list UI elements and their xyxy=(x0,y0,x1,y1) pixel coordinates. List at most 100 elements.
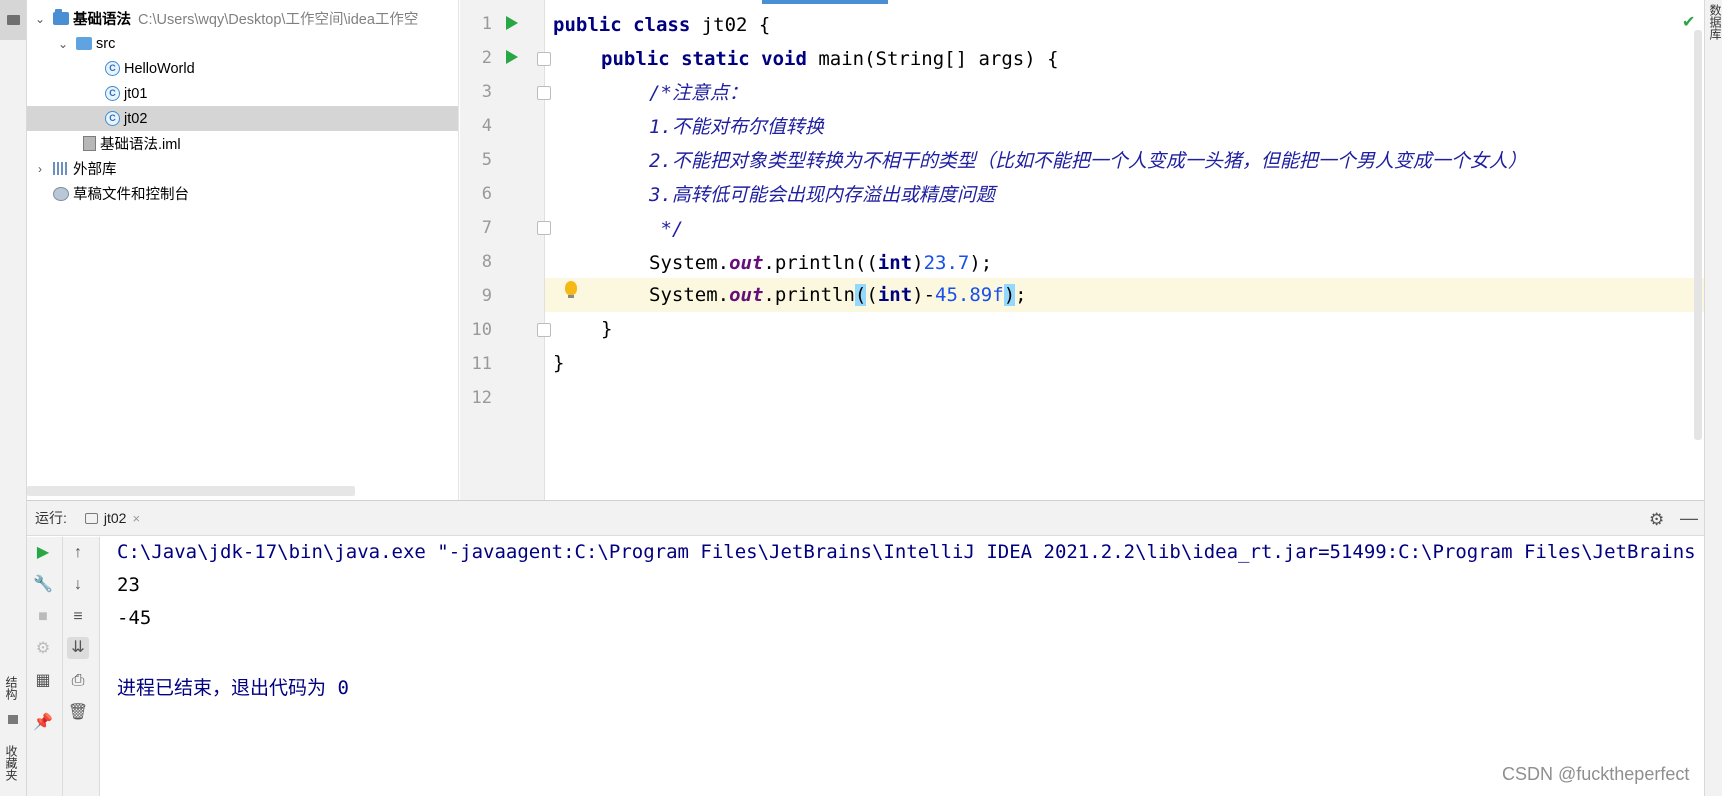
scroll-to-end-icon[interactable]: ⇊ xyxy=(67,637,89,659)
code-editor[interactable]: 1 2 3 4 5 6 7 8 9 10 11 12 public class … xyxy=(460,0,1704,500)
iml-file-icon xyxy=(83,136,96,151)
favorites-tab[interactable]: 收藏夹 xyxy=(3,745,20,781)
tree-item-jt01[interactable]: C jt01 xyxy=(27,81,458,106)
java-class-icon: C xyxy=(105,61,120,76)
run-tab-jt02[interactable]: jt02 × xyxy=(84,510,140,526)
tree-item-module[interactable]: ⌄ 基础语法 C:\Users\wqy\Desktop\工作空间\idea工作空 xyxy=(27,6,458,31)
horizontal-scrollbar[interactable] xyxy=(27,486,355,496)
code-line-3: /*注意点： xyxy=(649,82,748,104)
code-line-9: System.out.println((int)-45.89f); xyxy=(649,284,1027,306)
console-tab-icon xyxy=(84,512,98,524)
run-label: 运行: xyxy=(35,510,67,526)
code-line-4: 1.不能对布尔值转换 xyxy=(649,116,824,138)
external-libs-label: 外部库 xyxy=(73,162,117,178)
run-class-icon[interactable] xyxy=(506,16,518,30)
soft-wrap-icon[interactable]: ≡ xyxy=(67,606,89,628)
java-class-icon: C xyxy=(105,86,120,101)
arrow-up-icon[interactable]: ↑ xyxy=(67,542,89,564)
arrow-down-icon[interactable]: ↓ xyxy=(67,574,89,596)
run-main-icon[interactable] xyxy=(506,50,518,64)
tree-item-src[interactable]: ⌄ src xyxy=(27,31,458,56)
scratches-icon xyxy=(53,186,69,201)
code-line-7: */ xyxy=(649,218,684,240)
console-output-line: -45 xyxy=(117,607,152,629)
inspection-ok-icon[interactable]: ✔ xyxy=(1682,12,1695,32)
left-tool-strip: 结构 收藏夹 xyxy=(0,0,27,796)
fold-marker-icon[interactable] xyxy=(537,323,551,337)
line-number: 10 xyxy=(471,320,492,340)
trash-icon[interactable]: 🗑 xyxy=(67,702,89,724)
src-label: src xyxy=(96,35,116,52)
fold-marker-icon[interactable] xyxy=(537,52,551,66)
code-line-8: System.out.println((int)23.7); xyxy=(649,252,993,274)
scratches-label: 草稿文件和控制台 xyxy=(73,187,189,203)
restore-layout-icon[interactable]: ⚙ xyxy=(32,638,54,660)
java-class-icon: C xyxy=(105,111,120,126)
folder-icon xyxy=(76,37,92,50)
chevron-right-icon[interactable]: › xyxy=(33,162,47,176)
fold-marker-icon[interactable] xyxy=(537,221,551,235)
code-line-6: 3.高转低可能会出现内存溢出或精度问题 xyxy=(649,184,995,206)
tree-item-helloworld[interactable]: C HelloWorld xyxy=(27,56,458,81)
tree-item-scratches[interactable]: 草稿文件和控制台 xyxy=(27,181,458,206)
rerun-icon[interactable]: ▶ xyxy=(32,542,54,564)
wrench-icon[interactable]: 🔧 xyxy=(32,574,54,596)
pin-icon[interactable]: 📌 xyxy=(32,712,54,734)
module-icon xyxy=(53,9,69,25)
chevron-down-icon[interactable]: ⌄ xyxy=(33,12,47,26)
line-number: 5 xyxy=(481,150,492,170)
editor-scrollbar[interactable] xyxy=(1694,30,1702,440)
stop-icon[interactable]: ■ xyxy=(32,606,54,628)
toolbar-divider xyxy=(62,537,63,796)
code-line-11: } xyxy=(553,352,565,374)
tree-item-external-libs[interactable]: › 外部库 xyxy=(27,156,458,181)
folder-icon xyxy=(7,15,20,25)
line-number: 12 xyxy=(471,388,492,408)
console-output-line: 23 xyxy=(117,574,140,596)
line-number: 2 xyxy=(481,48,492,68)
iml-label: 基础语法.iml xyxy=(100,137,181,153)
code-line-5: 2.不能把对象类型转换为不相干的类型（比如不能把一个人变成一头猪，但能把一个男人… xyxy=(649,150,1527,172)
line-number: 7 xyxy=(481,218,492,238)
library-icon xyxy=(53,162,69,175)
database-tab[interactable]: 数据库 xyxy=(1707,4,1722,40)
fold-marker-icon[interactable] xyxy=(537,86,551,100)
active-tab-indicator xyxy=(762,0,888,4)
right-tool-strip: 数据库 xyxy=(1704,0,1722,796)
tree-item-iml[interactable]: 基础语法.iml xyxy=(27,131,458,156)
project-tree: ⌄ 基础语法 C:\Users\wqy\Desktop\工作空间\idea工作空… xyxy=(27,0,459,500)
intention-bulb-icon[interactable] xyxy=(565,281,577,298)
file-label: HelloWorld xyxy=(124,60,195,77)
console-exit-line: 进程已结束，退出代码为 0 xyxy=(117,677,349,699)
tree-item-jt02[interactable]: C jt02 xyxy=(27,106,458,131)
file-label: jt01 xyxy=(124,85,148,102)
code-line-1: public class jt02 { xyxy=(553,14,771,36)
minimize-icon[interactable]: — xyxy=(1680,508,1698,529)
chevron-down-icon[interactable]: ⌄ xyxy=(56,37,70,51)
watermark: CSDN @fucktheperfect xyxy=(1502,764,1690,784)
line-number: 4 xyxy=(481,116,492,136)
project-tool-tab[interactable] xyxy=(0,0,26,40)
line-number: 8 xyxy=(481,252,492,272)
file-label: jt02 xyxy=(124,110,148,127)
line-number: 11 xyxy=(471,354,492,374)
code-line-2: public static void main(String[] args) { xyxy=(601,48,1059,70)
module-path: C:\Users\wqy\Desktop\工作空间\idea工作空 xyxy=(138,12,419,28)
code-line-10: } xyxy=(601,318,613,340)
line-number: 6 xyxy=(481,184,492,204)
run-panel-header: 运行: jt02 × ⚙ — xyxy=(27,500,1704,536)
module-name: 基础语法 xyxy=(73,12,131,28)
close-icon[interactable]: × xyxy=(132,511,140,526)
structure-tab[interactable]: 结构 xyxy=(3,676,20,700)
structure-icon xyxy=(8,715,18,724)
line-number: 1 xyxy=(481,14,492,34)
print-icon[interactable]: ⎙ xyxy=(67,670,89,692)
run-tab-label: jt02 xyxy=(103,510,127,526)
line-number: 9 xyxy=(481,286,492,306)
console-command-line: C:\Java\jdk-17\bin\java.exe "-javaagent:… xyxy=(117,541,1696,563)
gear-icon[interactable]: ⚙ xyxy=(1649,510,1664,530)
console-output[interactable]: C:\Java\jdk-17\bin\java.exe "-javaagent:… xyxy=(101,537,1704,796)
layout-icon[interactable]: ▦ xyxy=(32,670,54,692)
editor-gutter: 1 2 3 4 5 6 7 8 9 10 11 12 xyxy=(460,0,551,500)
run-toolbar: ▶ 🔧 ■ ⚙ ▦ 📌 ↑ ↓ ≡ ⇊ ⎙ 🗑 xyxy=(27,537,100,796)
